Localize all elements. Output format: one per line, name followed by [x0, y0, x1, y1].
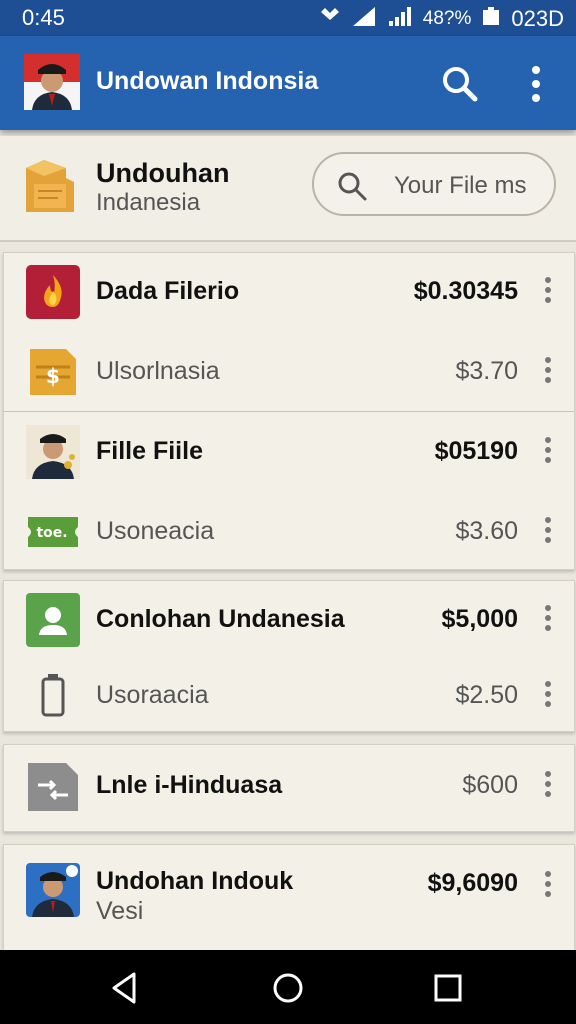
list-item[interactable]: toe. Usoneacia $3.60 — [4, 493, 574, 573]
list-item[interactable]: Undohan Indouk Vesi $9,6090 — [4, 851, 574, 931]
folder-subtitle: Indanesia — [96, 189, 201, 216]
home-icon[interactable] — [270, 970, 306, 1006]
divider — [4, 411, 574, 412]
back-icon[interactable] — [106, 970, 142, 1006]
list-item[interactable]: Dada Filerio $0.30345 — [4, 253, 574, 333]
system-nav-bar — [0, 950, 576, 1024]
signal-icon — [351, 5, 377, 33]
fire-icon — [26, 265, 80, 319]
officer-avatar-icon — [26, 863, 80, 917]
item-name: Fille Fiile — [96, 437, 203, 465]
list-item[interactable]: Lnle i-Hinduasa $600 — [4, 747, 574, 827]
ticket-icon-text: toe. — [36, 525, 67, 541]
item-more-icon[interactable] — [542, 605, 554, 635]
item-subname: Vesi — [96, 897, 144, 925]
item-price: $05190 — [434, 437, 518, 465]
item-name: Usoneacia — [96, 517, 215, 545]
item-more-icon[interactable] — [542, 437, 554, 467]
list-item[interactable]: Usoraacia $2.50 — [4, 657, 574, 737]
svg-text:$: $ — [46, 364, 60, 388]
list-item[interactable]: $ Ulsorlnasia $3.70 — [4, 333, 574, 413]
notification-icon — [319, 6, 341, 32]
item-price: $3.70 — [455, 357, 518, 385]
app-bar: Undowan Indonsia — [0, 36, 576, 130]
item-more-icon[interactable] — [542, 871, 554, 901]
item-name: Dada Filerio — [96, 277, 240, 305]
item-price: $0.30345 — [413, 277, 518, 305]
item-price: $3.60 — [455, 517, 518, 545]
folder-header: Undouhan Indanesia Your File ms — [0, 136, 576, 242]
item-more-icon[interactable] — [542, 517, 554, 547]
item-name: Undohan Indouk — [96, 867, 294, 895]
more-options-icon[interactable] — [520, 62, 552, 106]
app-avatar-icon[interactable] — [24, 54, 80, 110]
list-item[interactable]: Fille Fiile $05190 — [4, 413, 574, 493]
file-search-input[interactable]: Your File ms — [312, 152, 556, 216]
status-clock: 023D — [511, 6, 564, 31]
item-name: Lnle i-Hinduasa — [96, 771, 283, 799]
battery-icon — [26, 669, 80, 723]
item-name: Ulsorlnasia — [96, 357, 220, 385]
file-card: Dada Filerio $0.30345 $ Ulsorlnasia $3.7… — [3, 252, 575, 570]
search-field-icon — [338, 172, 367, 201]
item-more-icon[interactable] — [542, 681, 554, 711]
file-card: Lnle i-Hinduasa $600 — [3, 744, 575, 832]
dollar-note-icon: $ — [26, 345, 80, 399]
wifi-signal-icon — [387, 5, 413, 33]
item-more-icon[interactable] — [542, 357, 554, 387]
folder-title: Undouhan — [96, 158, 230, 188]
app-title: Undowan Indonsia — [96, 67, 319, 95]
search-placeholder: Your File ms — [394, 172, 527, 199]
file-transfer-icon — [26, 759, 80, 813]
folder-icon — [24, 158, 76, 214]
search-icon[interactable] — [438, 62, 482, 106]
item-name: Conlohan Undanesia — [96, 605, 345, 633]
file-card: Conlohan Undanesia $5,000 Usoraacia $2.5… — [3, 580, 575, 732]
item-price: $600 — [462, 771, 518, 799]
battery-icon — [481, 5, 501, 33]
item-name: Usoraacia — [96, 681, 209, 709]
item-price: $5,000 — [441, 605, 518, 633]
recents-icon[interactable] — [430, 970, 466, 1006]
contact-icon — [26, 593, 80, 647]
file-card: Undohan Indouk Vesi $9,6090 — [3, 844, 575, 966]
item-more-icon[interactable] — [542, 277, 554, 307]
status-time: 0:45 — [22, 5, 65, 30]
item-price: $9,6090 — [427, 869, 518, 897]
ticket-icon: toe. — [26, 505, 80, 559]
battery-percent: 48?% — [422, 8, 472, 29]
list-item[interactable]: Conlohan Undanesia $5,000 — [4, 581, 574, 661]
officer-avatar-icon — [26, 425, 80, 479]
item-more-icon[interactable] — [542, 771, 554, 801]
item-price: $2.50 — [455, 681, 518, 709]
status-bar: 0:45 48?% 023D — [0, 0, 576, 36]
